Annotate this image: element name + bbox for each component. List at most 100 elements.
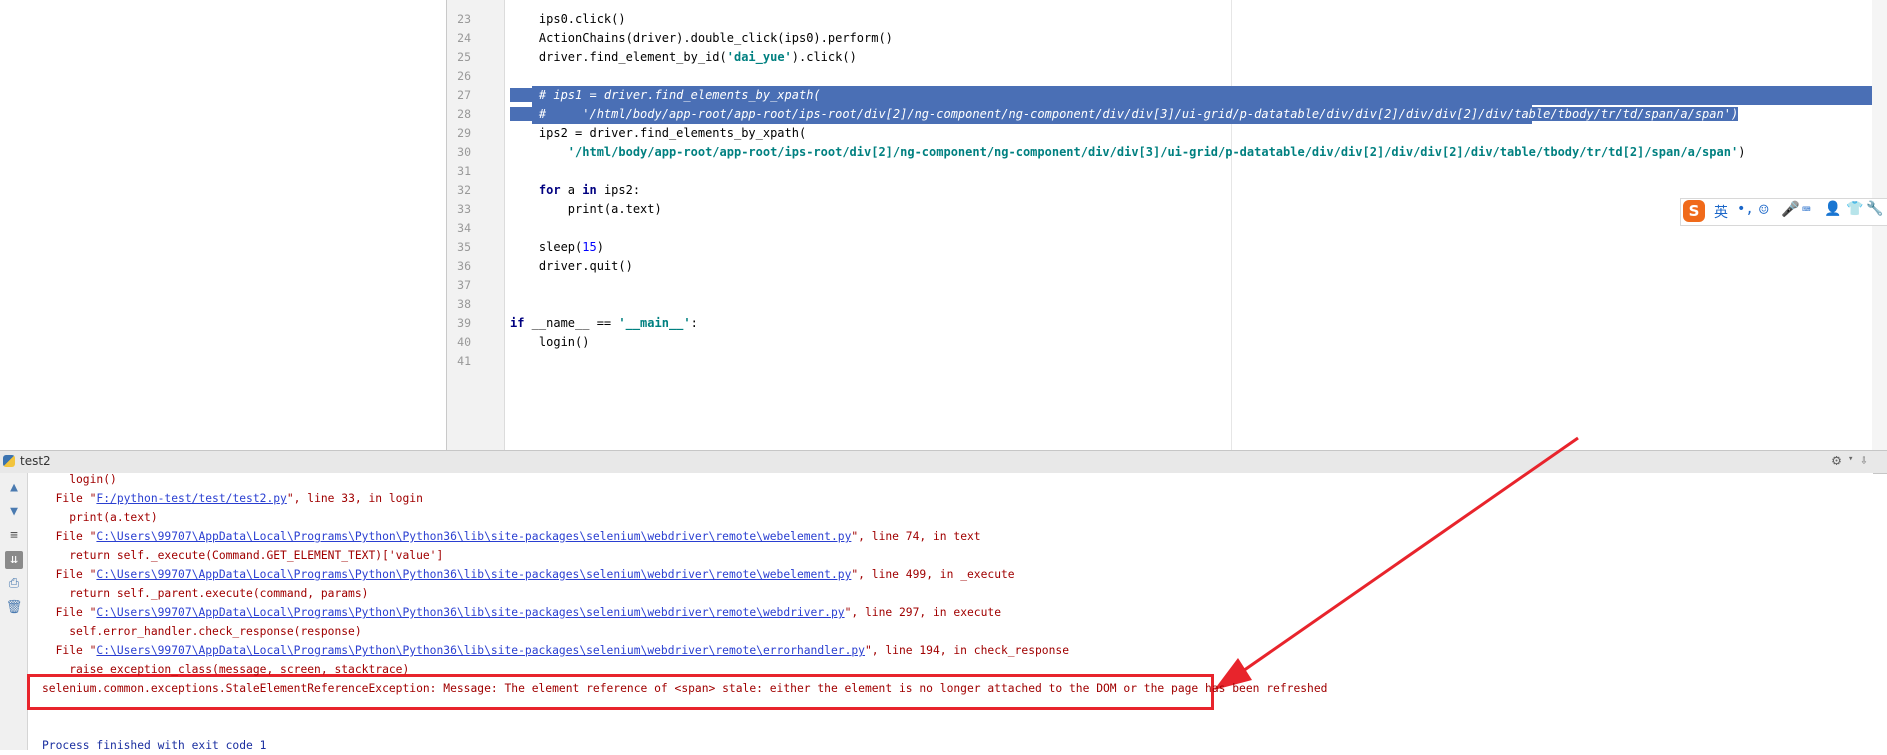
keyboard-icon[interactable]: ⌨ (1802, 202, 1810, 218)
line-number: 41 (457, 354, 471, 368)
code-token: # '/html/body/app-root/app-root/ips-root… (510, 107, 1739, 121)
console-text: File " (42, 530, 97, 543)
file-link[interactable]: C:\Users\99707\AppData\Local\Programs\Py… (96, 606, 844, 619)
trash-icon[interactable]: 🗑 (5, 599, 23, 617)
code-token: # ips1 = driver.find_elements_by_xpath( (510, 88, 821, 102)
file-link[interactable]: C:\Users\99707\AppData\Local\Programs\Py… (96, 530, 851, 543)
console-text: ", line 74, in text (851, 530, 981, 543)
line-number: 27 (457, 88, 471, 102)
print-icon[interactable]: ⎙ (5, 575, 23, 593)
code-line: ips0.click() (510, 10, 626, 29)
line-number: 34 (457, 221, 471, 235)
file-link[interactable]: C:\Users\99707\AppData\Local\Programs\Py… (96, 644, 865, 657)
code-token: __name__ == (524, 316, 619, 330)
code-token: 'dai_yue' (726, 50, 792, 64)
line-number: 23 (457, 12, 471, 26)
ime-mode-label[interactable]: 英 (1714, 202, 1728, 222)
code-line: login() (510, 333, 590, 352)
line-number: 36 (457, 259, 471, 273)
code-token: '__main__' (618, 316, 691, 330)
gear-icon[interactable]: ⚙ (1832, 451, 1841, 469)
user-icon[interactable]: 👤 (1824, 201, 1841, 217)
code-line: '/html/body/app-root/app-root/ips-root/d… (510, 143, 1746, 162)
console-text: ", line 297, in execute (844, 606, 1002, 619)
code-line: driver.find_element_by_id('dai_yue').cli… (510, 48, 857, 67)
console-line: self.error_handler.check_response(respon… (42, 625, 362, 638)
console-line: File "C:\Users\99707\AppData\Local\Progr… (42, 603, 1001, 622)
line-number: 26 (457, 69, 471, 83)
line-number: 32 (457, 183, 471, 197)
code-token: : (690, 316, 698, 330)
code-token: '/html/body/app-root/app-root/ips-root/d… (510, 145, 1739, 159)
punctuation-icon[interactable]: •, (1737, 201, 1754, 217)
code-token: ActionChains(driver).double_click(ips0).… (510, 31, 893, 45)
console-text: File " (42, 568, 97, 581)
chevron-down-icon[interactable]: ▾ (1848, 454, 1853, 464)
code-token: ips2 = driver.find_elements_by_xpath( (510, 126, 807, 140)
code-line: # '/html/body/app-root/app-root/ips-root… (510, 105, 1739, 124)
console-text: File " (42, 644, 97, 657)
run-tool-header (0, 450, 1887, 474)
console-line: return self._parent.execute(command, par… (42, 587, 369, 600)
file-link[interactable]: F:/python-test/test/test2.py (96, 492, 286, 505)
code-token: ) (596, 240, 604, 254)
annotation-arrow (1214, 436, 1579, 690)
console-text: File " (42, 492, 97, 505)
code-token: ).click() (791, 50, 857, 64)
line-number: 28 (457, 107, 471, 121)
code-line: for a in ips2: (510, 181, 640, 200)
run-tool-sidebar: ▲ ▼ ≡ ⇊ ⎙ 🗑 (0, 473, 28, 750)
code-token: for (510, 183, 561, 197)
line-number: 40 (457, 335, 471, 349)
right-margin-guide (1231, 0, 1232, 450)
file-link[interactable]: C:\Users\99707\AppData\Local\Programs\Py… (96, 568, 851, 581)
soft-wrap-icon[interactable]: ≡ (5, 527, 23, 545)
emoji-icon[interactable]: ☺ (1759, 200, 1769, 219)
code-token: ) (1738, 145, 1746, 159)
line-number: 33 (457, 202, 471, 216)
console-line: File "C:\Users\99707\AppData\Local\Progr… (42, 565, 1015, 584)
code-token: login() (510, 335, 590, 349)
console-text: ", line 194, in check_response (864, 644, 1070, 657)
code-line: print(a.text) (510, 200, 662, 219)
code-token: in (582, 183, 597, 197)
console-text: ", line 499, in _execute (851, 568, 1015, 581)
ime-toolbar[interactable]: S 英 •, ☺ 🎤 ⌨ 👤 👕 🔧 (1680, 198, 1887, 226)
console-line: Process finished with exit code 1 (42, 739, 267, 752)
line-number: 38 (457, 297, 471, 311)
code-token: sleep( (510, 240, 583, 254)
hide-panel-icon[interactable]: ⇩ (1860, 453, 1868, 468)
code-token: driver.quit() (510, 259, 633, 273)
code-token: 15 (582, 240, 597, 254)
code-token: ips0.click() (510, 12, 626, 26)
line-number: 39 (457, 316, 471, 330)
line-number: 35 (457, 240, 471, 254)
sogou-logo-icon[interactable]: S (1683, 200, 1705, 222)
code-token: print(a.text) (510, 202, 662, 216)
console-line: login() (42, 473, 117, 486)
console-line: File "F:/python-test/test/test2.py", lin… (42, 489, 423, 508)
console-line: raise exception_class(message, screen, s… (42, 663, 410, 676)
code-token: if (510, 316, 525, 330)
settings-wrench-icon[interactable]: 🔧 (1866, 201, 1883, 217)
code-line: # ips1 = driver.find_elements_by_xpath( (510, 86, 821, 105)
code-line: ActionChains(driver).double_click(ips0).… (510, 29, 893, 48)
code-line: sleep(15) (510, 238, 604, 257)
line-number: 25 (457, 50, 471, 64)
arrow-up-icon[interactable]: ▲ (5, 479, 23, 497)
scroll-to-end-icon[interactable]: ⇊ (5, 551, 23, 569)
arrow-down-icon[interactable]: ▼ (5, 503, 23, 521)
console-text: File " (42, 606, 97, 619)
console-line: selenium.common.exceptions.StaleElementR… (42, 682, 1328, 695)
line-number: 24 (457, 31, 471, 45)
code-line: ips2 = driver.find_elements_by_xpath( (510, 124, 806, 143)
console-line: return self._execute(Command.GET_ELEMENT… (42, 549, 444, 562)
console-line: print(a.text) (42, 511, 158, 524)
skin-icon[interactable]: 👕 (1846, 201, 1863, 217)
project-pane (0, 0, 447, 450)
line-number: 30 (457, 145, 471, 159)
code-line: if __name__ == '__main__': (510, 314, 698, 333)
run-tab-title[interactable]: test2 (20, 454, 51, 468)
microphone-icon[interactable]: 🎤 (1781, 200, 1800, 218)
code-line: driver.quit() (510, 257, 633, 276)
